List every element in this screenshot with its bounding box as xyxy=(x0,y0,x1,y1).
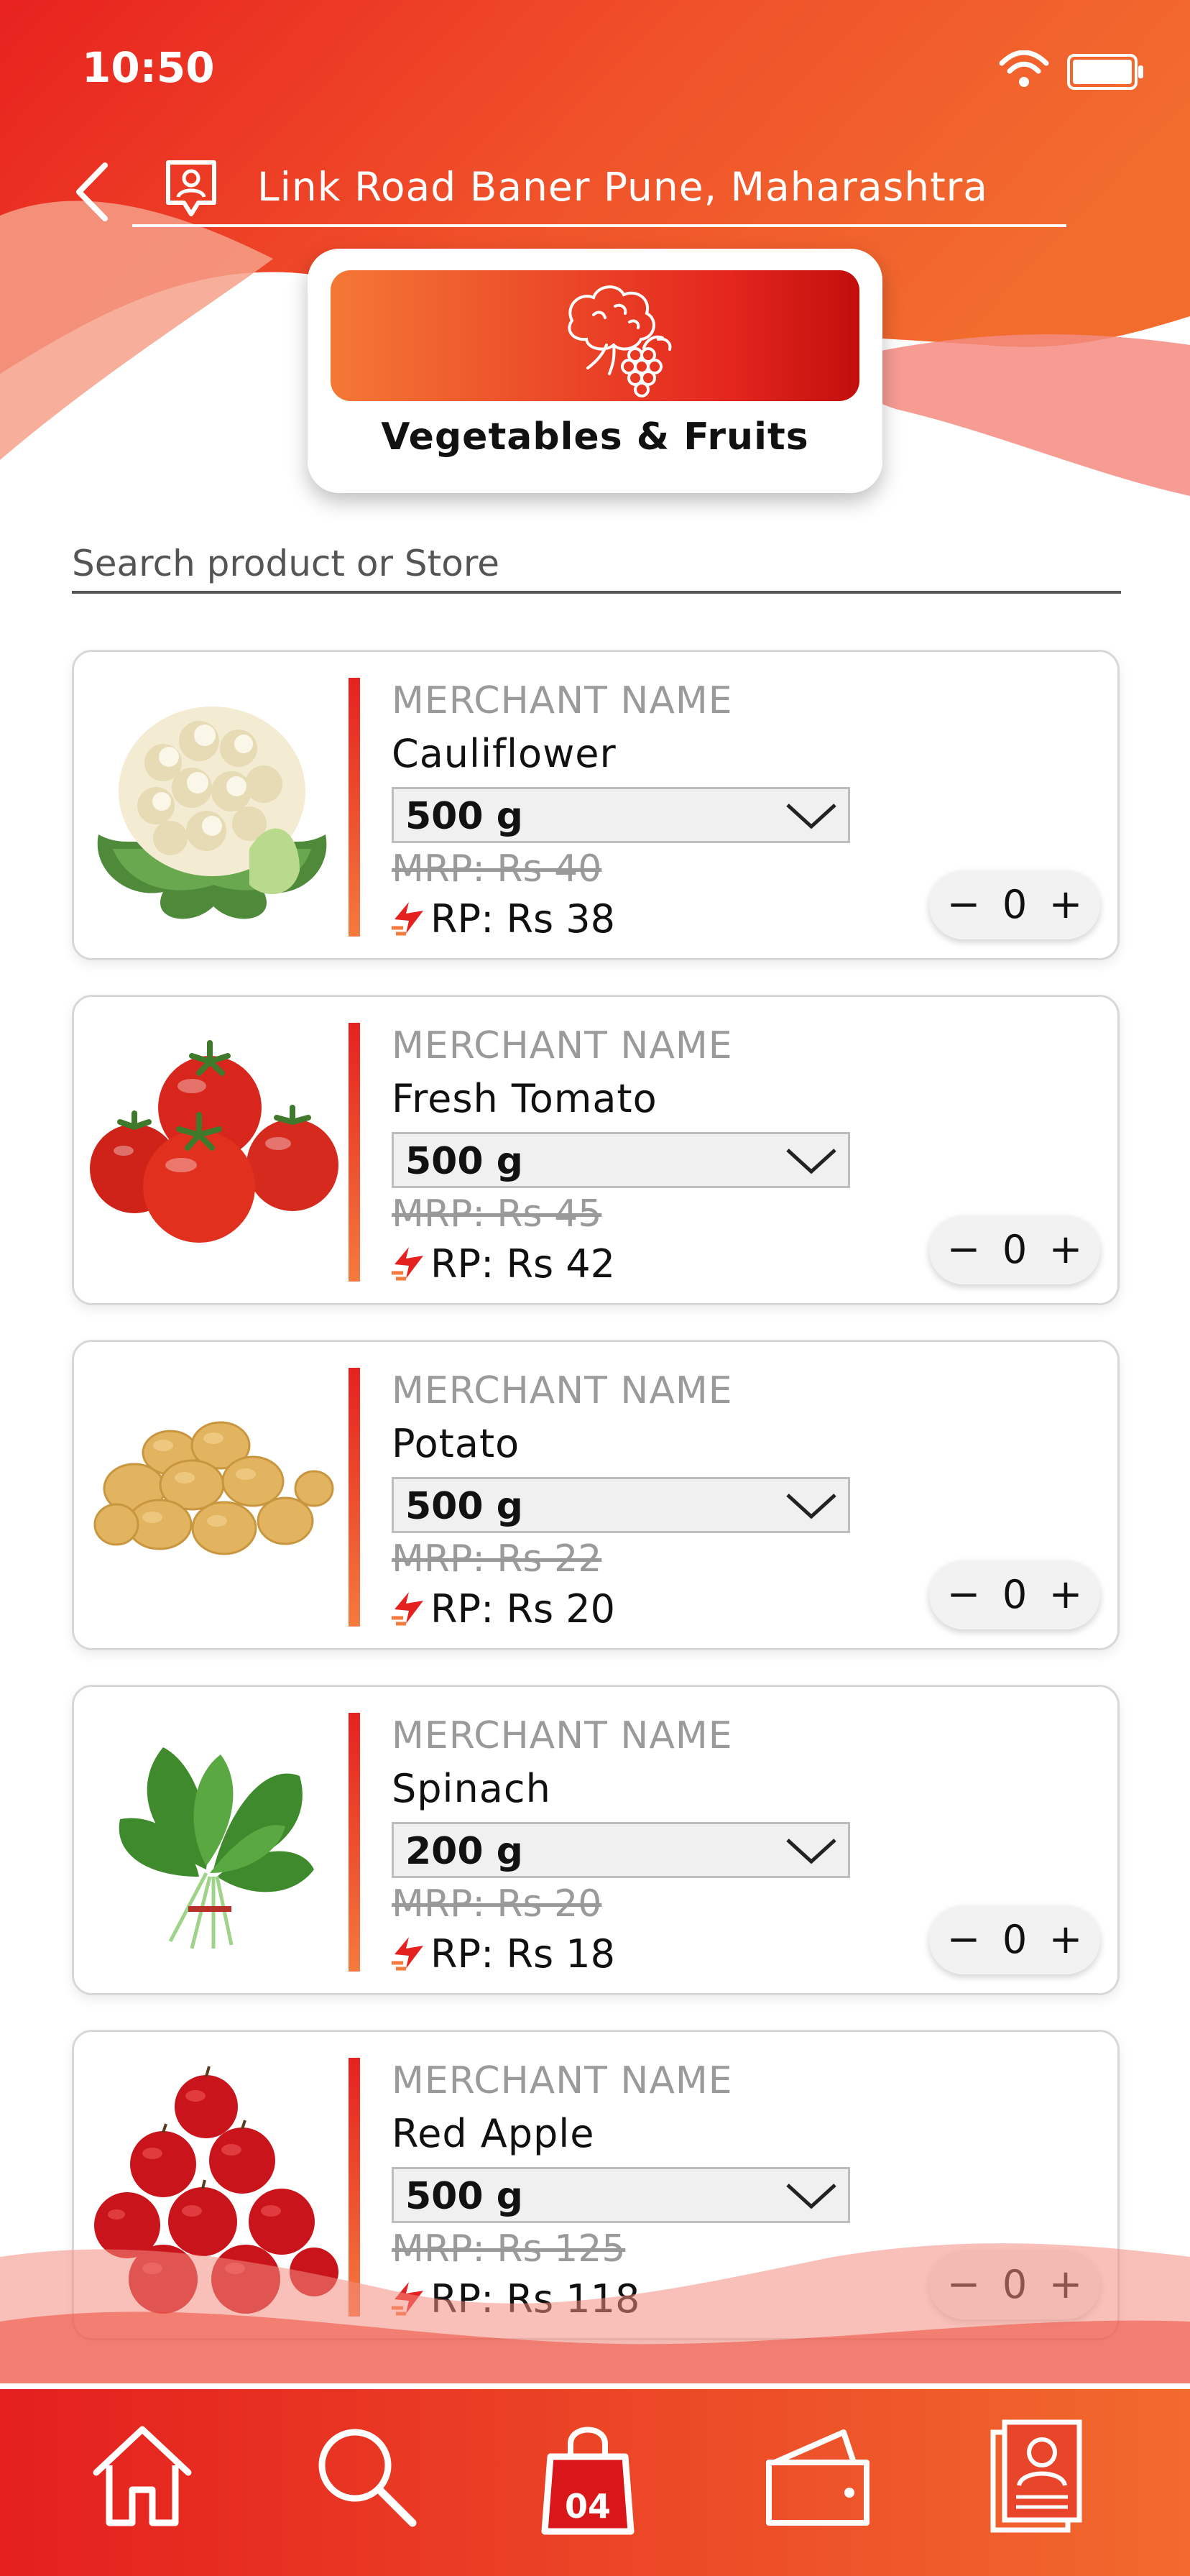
wifi-icon xyxy=(999,50,1049,87)
weight-value: 200 g xyxy=(405,1830,523,1873)
rp-price: RP: Rs 20 xyxy=(430,1586,615,1632)
weight-select[interactable]: 500 g xyxy=(392,1132,850,1188)
potato-image xyxy=(93,1421,334,1555)
product-card[interactable]: MERCHANT NAME Red Apple 500 g MRP: Rs 12… xyxy=(72,2030,1120,2340)
decrement-button[interactable]: − xyxy=(942,2256,985,2314)
decrement-button[interactable]: − xyxy=(942,1911,985,1969)
back-arrow-icon[interactable] xyxy=(70,160,114,224)
mrp-price: MRP: Rs 20 xyxy=(392,1882,602,1926)
category-card[interactable]: Vegetables & Fruits xyxy=(308,249,882,493)
mrp-price: MRP: Rs 40 xyxy=(392,847,602,891)
mrp-price: MRP: Rs 125 xyxy=(392,2227,626,2271)
increment-button[interactable]: + xyxy=(1044,1911,1087,1969)
increment-button[interactable]: + xyxy=(1044,876,1087,934)
merchant-name: MERCHANT NAME xyxy=(392,679,733,722)
rp-logo-icon xyxy=(392,1247,423,1281)
weight-select[interactable]: 200 g xyxy=(392,1822,850,1878)
card-accent-bar xyxy=(349,678,360,937)
chevron-down-icon xyxy=(786,1839,836,1864)
product-card[interactable]: MERCHANT NAME Fresh Tomato 500 g MRP: Rs… xyxy=(72,995,1120,1305)
chevron-down-icon xyxy=(786,1494,836,1519)
quantity-stepper[interactable]: − 0 + xyxy=(929,1560,1100,1629)
rp-price: RP: Rs 42 xyxy=(430,1241,615,1287)
increment-button[interactable]: + xyxy=(1044,1566,1087,1624)
weight-value: 500 g xyxy=(405,1485,523,1528)
rp-logo-icon xyxy=(392,1592,423,1626)
rp-price: RP: Rs 18 xyxy=(430,1931,615,1977)
tomato-image xyxy=(90,1040,338,1243)
merchant-name: MERCHANT NAME xyxy=(392,2059,733,2102)
cart-count-badge: 04 xyxy=(564,2487,611,2526)
mrp-price: MRP: Rs 45 xyxy=(392,1192,602,1236)
product-name: Red Apple xyxy=(392,2111,595,2156)
status-time: 10:50 xyxy=(82,43,215,92)
merchant-name: MERCHANT NAME xyxy=(392,1369,733,1412)
product-name: Potato xyxy=(392,1421,520,1466)
vegetables-fruits-icon xyxy=(568,285,672,397)
decrement-button[interactable]: − xyxy=(942,1566,985,1624)
apple-image xyxy=(94,2066,338,2314)
quantity-value: 0 xyxy=(1002,1227,1028,1272)
card-accent-bar xyxy=(349,1023,360,1282)
rp-price-row: RP: Rs 118 xyxy=(390,2276,640,2322)
rp-logo-icon xyxy=(392,902,423,936)
card-accent-bar xyxy=(349,1368,360,1627)
weight-value: 500 g xyxy=(405,1140,523,1183)
location-underline xyxy=(132,224,1066,227)
wallet-icon[interactable] xyxy=(760,2415,875,2537)
quantity-stepper[interactable]: − 0 + xyxy=(929,1905,1100,1974)
quantity-stepper[interactable]: − 0 + xyxy=(929,2250,1100,2319)
cart-bag-button[interactable]: 04 xyxy=(530,2415,645,2537)
quantity-stepper[interactable]: − 0 + xyxy=(929,870,1100,939)
chevron-down-icon xyxy=(786,2184,836,2209)
rp-price: RP: Rs 118 xyxy=(430,2276,640,2322)
location-pin-icon xyxy=(166,160,216,216)
quantity-value: 0 xyxy=(1002,882,1028,927)
quantity-value: 0 xyxy=(1002,1572,1028,1617)
decrement-button[interactable]: − xyxy=(942,876,985,934)
search-input[interactable] xyxy=(72,536,1121,594)
card-accent-bar xyxy=(349,1713,360,1972)
increment-button[interactable]: + xyxy=(1044,2256,1087,2314)
decrement-button[interactable]: − xyxy=(942,1221,985,1279)
rp-price-row: RP: Rs 18 xyxy=(390,1931,615,1977)
home-icon[interactable] xyxy=(85,2415,200,2537)
product-card[interactable]: MERCHANT NAME Cauliflower 500 g MRP: Rs … xyxy=(72,650,1120,960)
bottom-nav-bar: 04 xyxy=(0,2383,1190,2576)
battery-icon xyxy=(1067,54,1143,90)
rp-logo-icon xyxy=(392,1937,423,1971)
cauliflower-image xyxy=(97,707,327,919)
chevron-down-icon xyxy=(786,1149,836,1174)
product-card[interactable]: MERCHANT NAME Potato 500 g MRP: Rs 22 RP… xyxy=(72,1340,1120,1650)
rp-price-row: RP: Rs 38 xyxy=(390,896,615,942)
increment-button[interactable]: + xyxy=(1044,1221,1087,1279)
search-icon[interactable] xyxy=(308,2415,423,2537)
weight-select[interactable]: 500 g xyxy=(392,2167,850,2223)
location-address[interactable]: Link Road Baner Pune, Maharashtra xyxy=(257,164,988,210)
card-accent-bar xyxy=(349,2058,360,2317)
quantity-stepper[interactable]: − 0 + xyxy=(929,1215,1100,1284)
spinach-image xyxy=(119,1747,314,1949)
rp-price-row: RP: Rs 20 xyxy=(390,1586,615,1632)
quantity-value: 0 xyxy=(1002,1917,1028,1962)
category-banner xyxy=(331,270,859,401)
weight-select[interactable]: 500 g xyxy=(392,787,850,843)
category-label: Vegetables & Fruits xyxy=(381,415,809,459)
weight-value: 500 g xyxy=(405,795,523,838)
chevron-down-icon xyxy=(786,804,836,829)
rp-price-row: RP: Rs 42 xyxy=(390,1241,615,1287)
rp-price: RP: Rs 38 xyxy=(430,896,615,942)
weight-select[interactable]: 500 g xyxy=(392,1477,850,1533)
product-card[interactable]: MERCHANT NAME Spinach 200 g MRP: Rs 20 R… xyxy=(72,1685,1120,1995)
product-name: Spinach xyxy=(392,1766,551,1811)
profile-icon[interactable] xyxy=(983,2415,1098,2537)
rp-logo-icon xyxy=(392,2282,423,2316)
merchant-name: MERCHANT NAME xyxy=(392,1714,733,1757)
weight-value: 500 g xyxy=(405,2175,523,2218)
mrp-price: MRP: Rs 22 xyxy=(392,1537,602,1581)
merchant-name: MERCHANT NAME xyxy=(392,1024,733,1067)
product-name: Cauliflower xyxy=(392,731,617,776)
quantity-value: 0 xyxy=(1002,2262,1028,2307)
product-name: Fresh Tomato xyxy=(392,1076,658,1121)
